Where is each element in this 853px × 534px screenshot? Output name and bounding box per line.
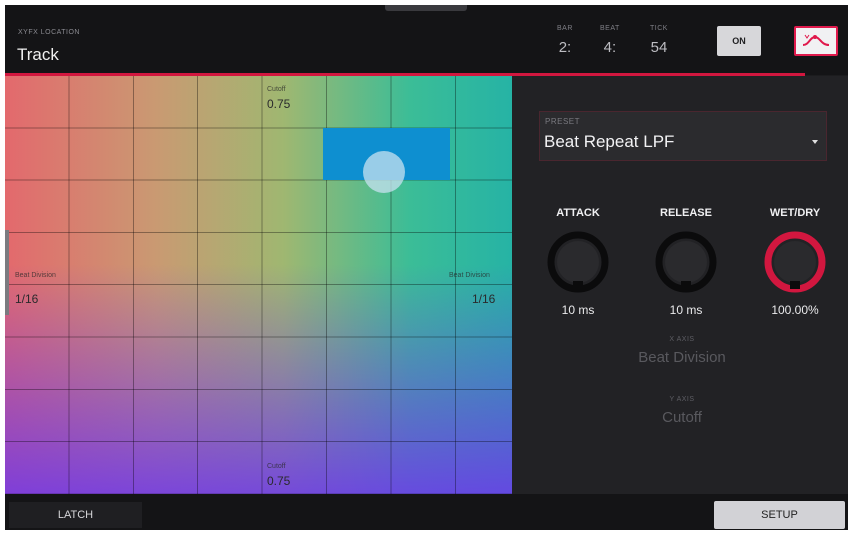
attack-control: ATTACK 10 ms (538, 207, 618, 317)
beat-label: BEAT (600, 25, 620, 32)
pad-top-label: Cutoff (267, 86, 286, 93)
xyfx-screen: XYFX LOCATION Track BAR 2: BEAT 4: TICK … (5, 5, 848, 530)
release-value: 10 ms (669, 303, 703, 317)
pad-top-value: 0.75 (267, 97, 291, 111)
beat-counter: BEAT 4: (600, 25, 620, 56)
pad-right-value: 1/16 (472, 292, 496, 306)
y-axis-label: Y AXIS (669, 396, 695, 403)
setup-button[interactable]: SETUP (714, 501, 845, 529)
bar-label: BAR (557, 25, 573, 32)
preset-label: PRESET (545, 117, 581, 126)
bar-value: 2: (558, 39, 572, 56)
xy-cursor[interactable] (363, 151, 405, 193)
wet-dry-knob[interactable] (764, 231, 826, 293)
release-label: RELEASE (660, 207, 712, 219)
x-axis-info: X AXIS Beat Division (612, 336, 752, 366)
attack-knob[interactable] (547, 231, 609, 293)
location-label: XYFX LOCATION (18, 29, 80, 36)
tick-counter: TICK 54 (650, 25, 668, 56)
tick-label: TICK (650, 25, 668, 32)
side-handle[interactable] (5, 230, 9, 315)
wet-dry-control: WET/DRY 100.00% (755, 207, 835, 317)
release-control: RELEASE 10 ms (646, 207, 726, 317)
pad-left-label: Beat Division (15, 272, 56, 279)
pad-bottom-value: 0.75 (267, 474, 291, 488)
bottom-bar: LATCH SETUP (5, 494, 848, 530)
xy-curve-icon (802, 34, 830, 46)
latch-button[interactable]: LATCH (9, 502, 142, 528)
knob-icon (655, 231, 717, 293)
tick-value: 54 (650, 39, 668, 56)
pad-left-value: 1/16 (15, 292, 39, 306)
knob-icon (547, 231, 609, 293)
location-selector[interactable]: Track (17, 45, 59, 65)
pad-right-label: Beat Division (449, 272, 490, 279)
attack-label: ATTACK (556, 207, 600, 219)
preset-dropdown[interactable]: PRESET Beat Repeat LPF (539, 111, 827, 161)
x-axis-label: X AXIS (669, 336, 695, 343)
top-notch (385, 5, 467, 11)
beat-value: 4: (603, 39, 617, 56)
fx-settings-panel: PRESET Beat Repeat LPF ATTACK 10 ms RELE… (512, 76, 848, 494)
wet-dry-value: 100.00% (771, 303, 819, 317)
y-axis-info: Y AXIS Cutoff (612, 396, 752, 426)
xy-pad[interactable]: Cutoff 0.75 Beat Division 1/16 Beat Divi… (5, 76, 512, 494)
bar-counter: BAR 2: (557, 25, 573, 56)
y-axis-value: Cutoff (662, 409, 702, 426)
on-button[interactable]: ON (717, 26, 761, 56)
pad-bottom-label: Cutoff (267, 463, 286, 470)
top-bar: XYFX LOCATION Track BAR 2: BEAT 4: TICK … (5, 5, 848, 76)
attack-value: 10 ms (561, 303, 595, 317)
x-axis-value: Beat Division (638, 349, 726, 366)
release-knob[interactable] (655, 231, 717, 293)
chevron-down-icon (812, 140, 818, 144)
xy-curve-button[interactable] (794, 26, 838, 56)
wet-dry-label: WET/DRY (769, 207, 821, 219)
knob-icon (764, 231, 826, 293)
preset-value: Beat Repeat LPF (544, 132, 675, 151)
